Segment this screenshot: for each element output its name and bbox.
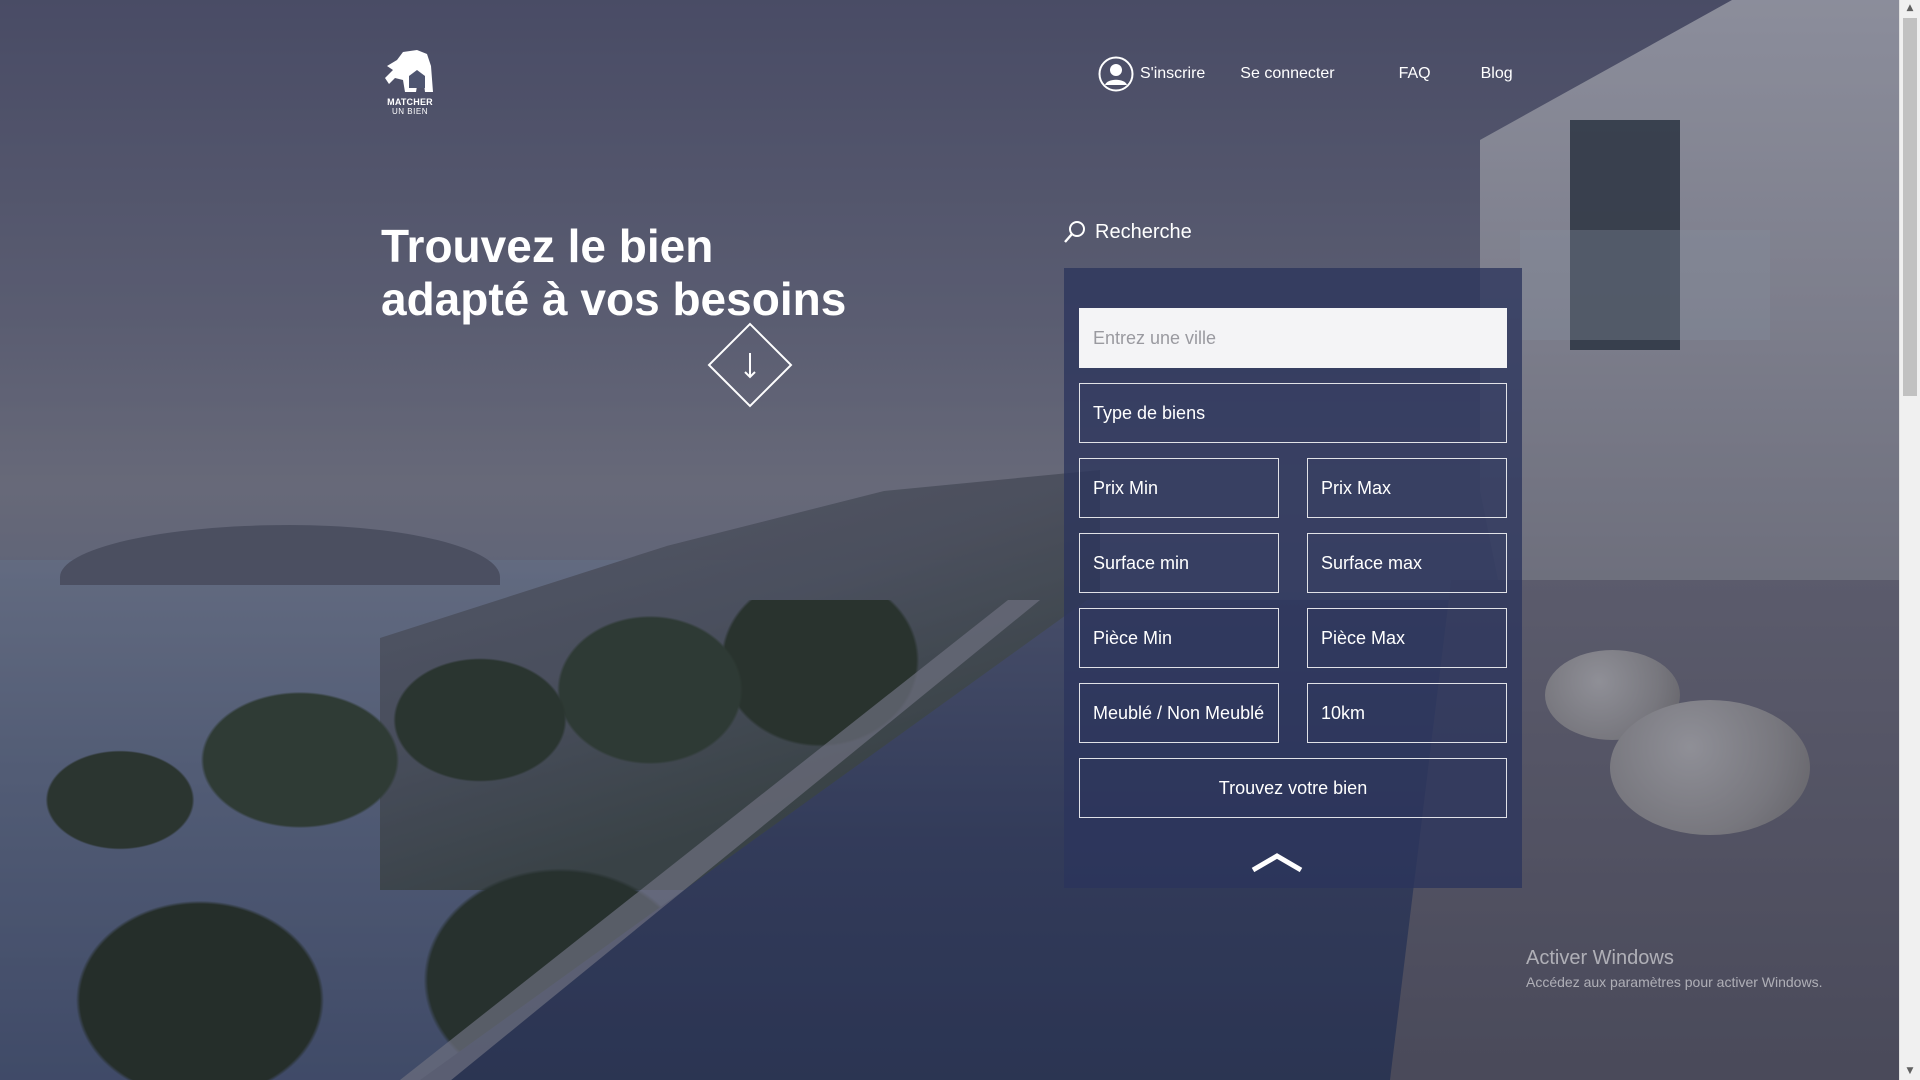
scroll-up-arrow-icon[interactable]: ▲ [1900, 0, 1920, 17]
watermark-title: Activer Windows [1526, 947, 1674, 969]
chevron-up-icon[interactable] [1250, 851, 1304, 875]
furnished-select[interactable]: Meublé / Non Meublé [1079, 683, 1279, 743]
arrow-down-icon [744, 353, 756, 379]
radius-label: 10km [1321, 702, 1366, 723]
faq-link[interactable]: FAQ [1399, 65, 1431, 83]
property-type-label: Type de biens [1093, 402, 1206, 423]
signup-link[interactable]: S'inscrire [1098, 56, 1205, 92]
hero-title-line: Trouvez le bien [381, 220, 714, 272]
surface-max-input[interactable] [1307, 533, 1507, 593]
search-heading: Recherche [1063, 220, 1192, 244]
signup-label: S'inscrire [1140, 65, 1206, 82]
hero-title: Trouvez le bien adapté à vos besoins [381, 220, 901, 326]
search-form: Type de biens Meublé / Non Meublé 10km T… [1064, 268, 1522, 888]
top-nav: S'inscrire Se connecter FAQ Blog [1098, 54, 1513, 94]
rooms-max-input[interactable] [1307, 608, 1507, 668]
login-link[interactable]: Se connecter [1240, 65, 1334, 83]
property-type-select[interactable]: Type de biens [1079, 383, 1507, 443]
radius-select[interactable]: 10km [1307, 683, 1507, 743]
watermark-subtitle: Accédez aux paramètres pour activer Wind… [1526, 974, 1823, 990]
site-logo[interactable]: MATCHER UN BIEN [380, 48, 440, 122]
rooms-min-input[interactable] [1079, 608, 1279, 668]
price-max-input[interactable] [1307, 458, 1507, 518]
city-input[interactable] [1079, 308, 1507, 368]
blog-link[interactable]: Blog [1481, 65, 1513, 83]
hero-background [0, 0, 1900, 1080]
hero-title-line: adapté à vos besoins [381, 273, 847, 325]
scrollbar-thumb[interactable] [1903, 18, 1917, 396]
hand-house-logo-icon [385, 50, 433, 92]
dark-overlay [0, 0, 1900, 1080]
furnished-label: Meublé / Non Meublé [1093, 702, 1265, 723]
find-property-button[interactable]: Trouvez votre bien [1079, 758, 1507, 818]
scroll-down-arrow-icon[interactable]: ▼ [1900, 1063, 1920, 1080]
logo-text-bottom: UN BIEN [392, 107, 428, 116]
search-heading-label: Recherche [1095, 220, 1192, 243]
price-min-input[interactable] [1079, 458, 1279, 518]
user-circle-icon [1098, 56, 1134, 92]
surface-min-input[interactable] [1079, 533, 1279, 593]
logo-text-top: MATCHER [387, 97, 433, 107]
windows-activation-watermark: Activer Windows Accédez aux paramètres p… [1526, 947, 1822, 990]
vertical-scrollbar[interactable]: ▲ ▼ [1899, 0, 1920, 1080]
search-icon [1064, 221, 1085, 243]
